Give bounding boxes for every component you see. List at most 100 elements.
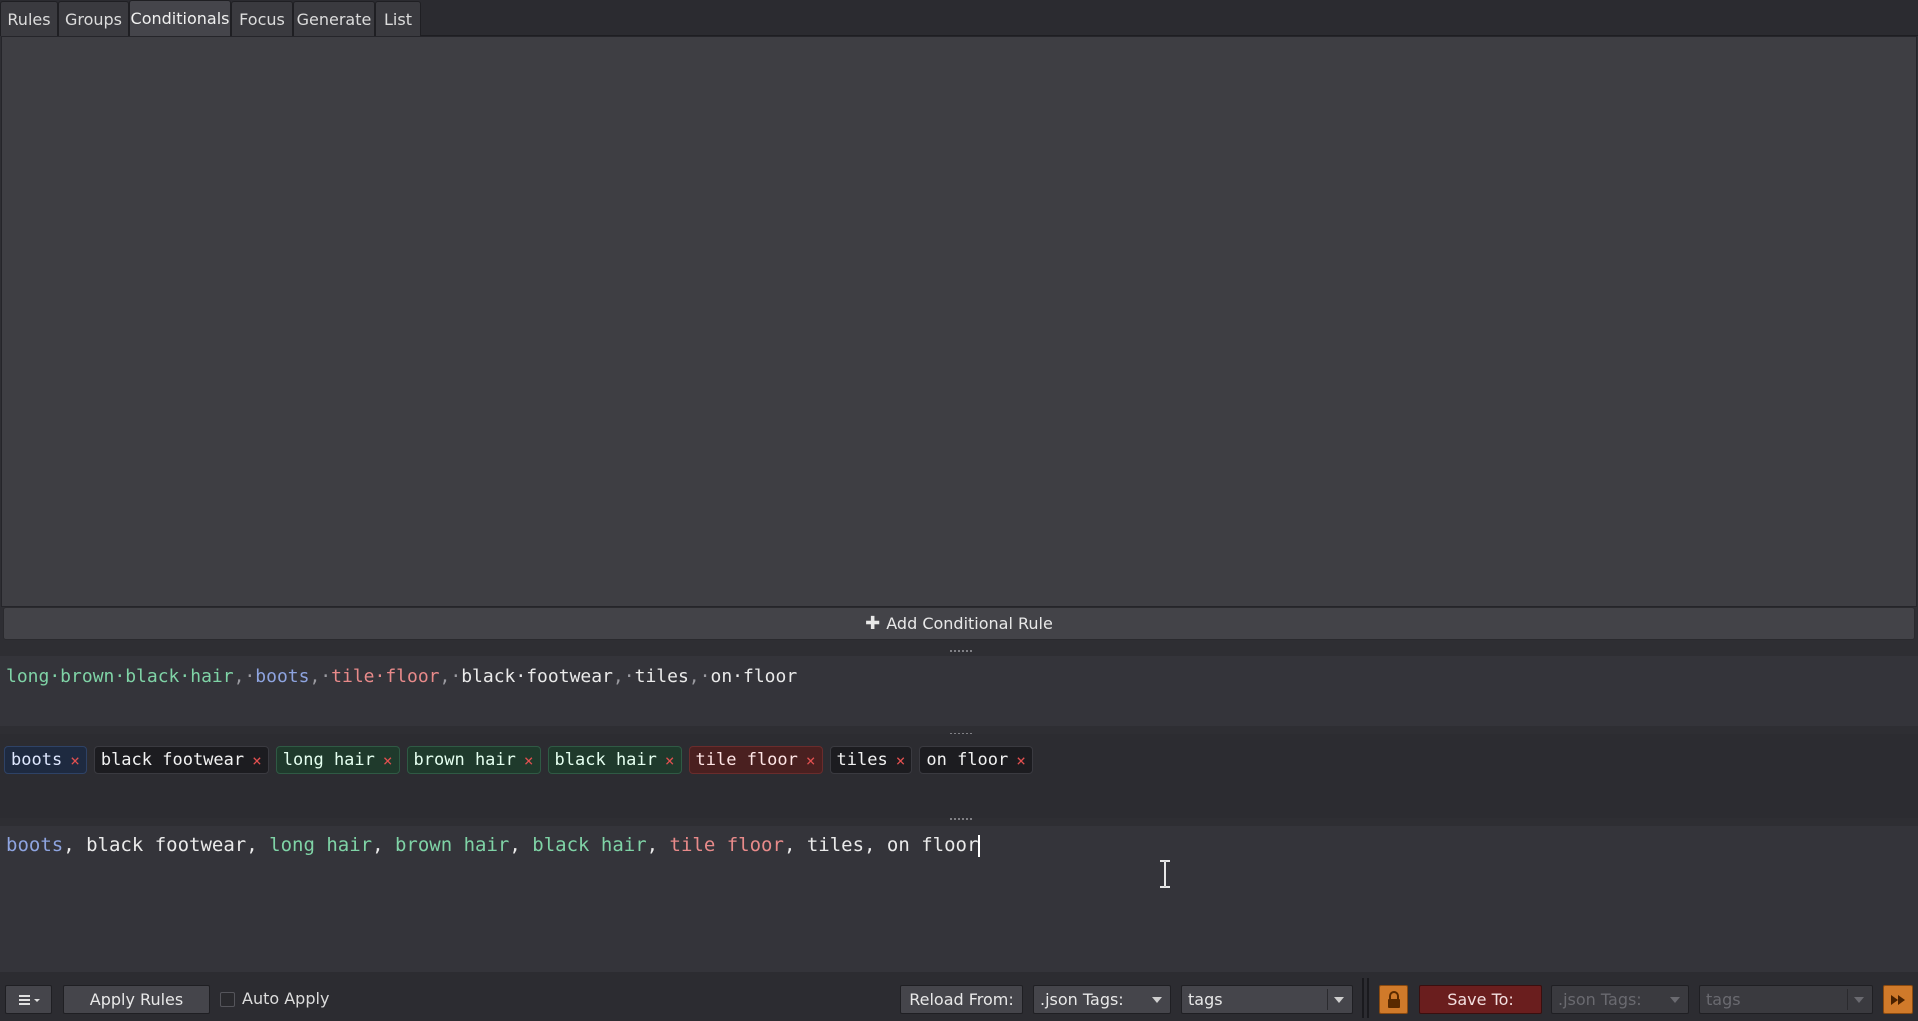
tag-chip-label: long hair [282,750,375,770]
splitter-handle[interactable] [950,818,972,822]
tag-chip-label: black footwear [100,750,245,770]
tag-chip[interactable]: tiles × [829,746,913,774]
chevron-down-icon [1854,997,1864,1003]
output-token: black footwear [86,834,247,856]
conditional-rules-panel[interactable] [1,36,1917,607]
reload-from-button[interactable]: Reload From: [900,985,1023,1014]
lock-icon [1387,990,1400,1008]
reload-from-label: Reload From: [909,990,1014,1009]
source-token: tiles [634,666,689,687]
chevron-down-icon [1334,997,1344,1003]
tag-chip-label: boots [11,750,63,770]
tag-chip-label: brown hair [413,750,516,770]
tag-chip-label: tiles [836,750,888,770]
auto-apply-label: Auto Apply [242,989,330,1008]
splitter-handle[interactable] [950,650,972,654]
remove-tag-icon[interactable]: × [665,751,675,770]
fast-forward-button[interactable] [1883,985,1913,1014]
tab-label: Focus [239,9,285,29]
combo-divider [1327,989,1328,1010]
hamburger-icon [18,994,40,1005]
source-token: ,· [612,666,635,687]
output-token: , [246,834,270,856]
output-token: , [63,834,87,856]
save-key-value: tags [1706,990,1741,1009]
apply-rules-button[interactable]: Apply Rules [63,985,210,1014]
source-text-editor[interactable]: long·brown·black·hair,·boots,·tile·floor… [0,656,1918,726]
tab-label: List [384,9,412,29]
output-token: long hair [269,834,373,856]
text-caret [978,834,981,857]
tab-label: Generate [296,9,372,29]
save-format-select[interactable]: .json Tags: [1551,985,1689,1014]
output-token: on floor [886,834,979,856]
output-token: tile floor [669,834,784,856]
output-token: tiles [806,834,865,856]
reload-key-select[interactable]: tags [1181,985,1353,1014]
output-token: , [509,834,533,856]
tab-label: Groups [64,9,123,29]
tag-chip-label: on floor [926,750,1009,770]
tag-chip[interactable]: brown hair × [406,746,541,774]
tab-groups[interactable]: Groups [58,1,129,36]
tag-chip[interactable]: on floor × [919,746,1033,774]
save-to-button[interactable]: Save To: [1419,985,1542,1014]
chevron-down-icon [1152,997,1162,1003]
tab-rules[interactable]: Rules [0,1,58,36]
output-token: , [372,834,395,856]
source-token: on·floor [710,666,798,687]
remove-tag-icon[interactable]: × [524,751,534,770]
source-token: long·brown·black·hair [6,666,234,687]
tab-list[interactable]: List [375,1,421,36]
save-to-label: Save To: [1447,990,1514,1009]
source-token: ,· [233,666,256,687]
text-cursor-icon [1160,860,1170,888]
remove-tag-icon[interactable]: × [252,751,262,770]
remove-tag-icon[interactable]: × [806,751,816,770]
tab-label: Conditionals [130,9,230,28]
tab-label: Rules [7,9,51,29]
source-token: ,· [309,666,332,687]
tag-chip-area: boots × black footwear × long hair × brown hai… [0,734,1918,818]
add-conditional-rule-button[interactable]: ✚ Add Conditional Rule [3,607,1915,640]
remove-tag-icon[interactable]: × [896,751,906,770]
apply-rules-label: Apply Rules [89,990,184,1009]
menu-button[interactable] [5,985,52,1014]
auto-apply-checkbox[interactable] [220,992,235,1007]
remove-tag-icon[interactable]: × [1016,751,1026,770]
source-token: black·footwear [461,666,613,687]
source-token: ,· [439,666,462,687]
chevron-down-icon [1670,997,1680,1003]
toolbar-separator [1362,978,1364,1018]
remove-tag-icon[interactable]: × [383,751,393,770]
tag-chip[interactable]: black footwear × [93,746,269,774]
reload-format-select[interactable]: .json Tags: [1033,985,1171,1014]
tab-bar: Rules Groups Conditionals Focus Generate… [0,0,1918,36]
combo-divider [1847,989,1848,1010]
source-token: ,· [688,666,711,687]
tag-chip[interactable]: boots × [4,746,87,774]
reload-format-value: .json Tags: [1040,990,1124,1009]
reload-key-value: tags [1188,990,1223,1009]
output-token: , [864,834,887,856]
output-text-editor[interactable]: boots, black footwear, long hair, brown … [0,826,1918,972]
tab-generate[interactable]: Generate [293,1,375,36]
source-token: boots [255,666,310,687]
output-token: boots [6,834,64,856]
tab-focus[interactable]: Focus [231,1,293,36]
add-button-label: Add Conditional Rule [886,614,1053,633]
output-token: , [646,834,670,856]
lock-button[interactable] [1379,985,1408,1014]
output-token: black hair [532,834,647,856]
fast-forward-icon [1891,994,1905,1005]
tag-chip[interactable]: black hair × [547,746,682,774]
remove-tag-icon[interactable]: × [70,751,80,770]
tag-chip[interactable]: tile floor × [688,746,823,774]
source-token: tile·floor [331,666,440,687]
tab-conditionals[interactable]: Conditionals [129,0,231,36]
output-token: brown hair [394,834,510,856]
plus-icon: ✚ [865,613,881,634]
save-format-value: .json Tags: [1558,990,1642,1009]
save-key-select[interactable]: tags [1699,985,1873,1014]
tag-chip[interactable]: long hair × [275,746,400,774]
